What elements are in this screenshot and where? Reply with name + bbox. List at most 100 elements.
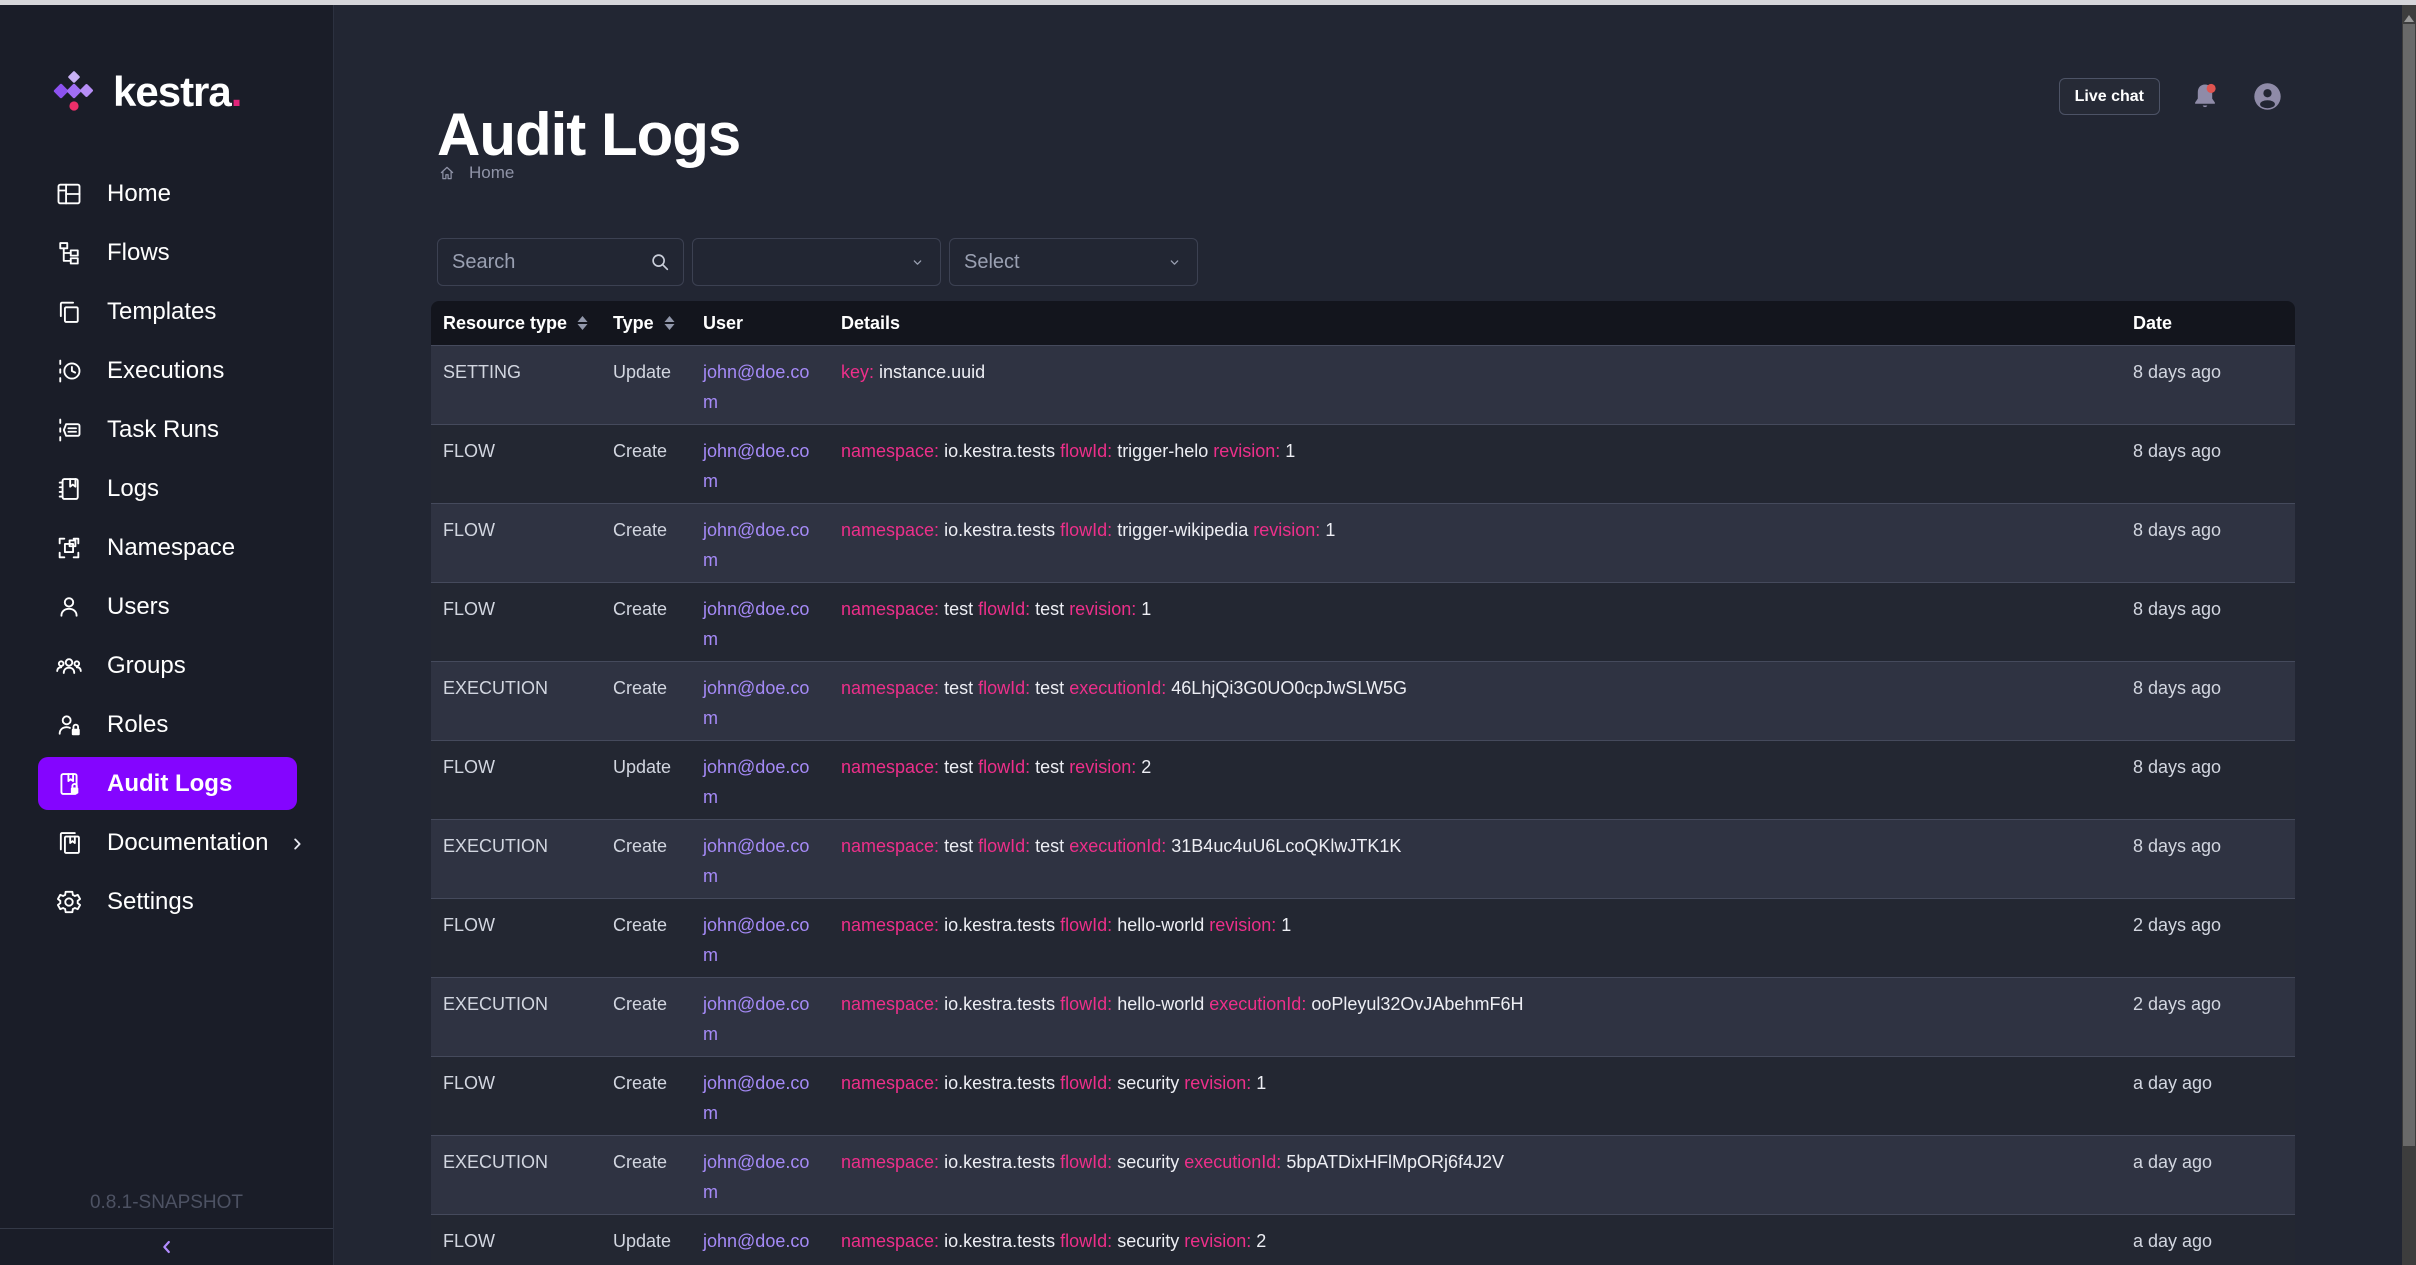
details-cell: namespace: test flowId: test revision: 2 (823, 740, 2120, 819)
detail-value: 1 (1281, 915, 1291, 935)
detail-value: instance.uuid (879, 362, 985, 382)
detail-value: test (944, 836, 973, 856)
type-cell: Update (601, 345, 691, 424)
column-header-type[interactable]: Type (601, 301, 691, 345)
action-select[interactable]: Select (949, 238, 1198, 286)
sidebar-item-task-runs[interactable]: Task Runs (0, 400, 333, 459)
detail-label: flowId: (1060, 441, 1112, 461)
detail-value: 1 (1141, 599, 1151, 619)
dashboard-icon (55, 180, 83, 208)
cog-icon (55, 888, 83, 916)
resource-type-cell: FLOW (431, 1214, 601, 1265)
user-link[interactable]: john@doe.com (703, 594, 815, 654)
column-header-details: Details (823, 301, 2120, 345)
resource-type-cell: FLOW (431, 503, 601, 582)
sidebar-item-groups[interactable]: Groups (0, 636, 333, 695)
user-link[interactable]: john@doe.com (703, 1068, 815, 1128)
type-cell: Create (601, 1135, 691, 1214)
user-link[interactable]: john@doe.com (703, 515, 815, 575)
live-chat-button[interactable]: Live chat (2059, 78, 2160, 115)
sidebar-item-audit-logs[interactable]: Audit Logs (38, 757, 297, 810)
details-cell: namespace: test flowId: test executionId… (823, 661, 2120, 740)
type-cell: Create (601, 503, 691, 582)
type-cell: Create (601, 582, 691, 661)
breadcrumb-home-label[interactable]: Home (469, 163, 514, 183)
brand-dot: . (231, 68, 243, 115)
date-cell: 8 days ago (2120, 345, 2295, 424)
user-cell: john@doe.com (691, 819, 823, 898)
detail-label: executionId: (1184, 1152, 1281, 1172)
sidebar-item-logs[interactable]: Logs (0, 459, 333, 518)
date-cell: 8 days ago (2120, 740, 2295, 819)
breadcrumb[interactable]: Home (438, 163, 514, 183)
table-row: FLOW Update john@doe.com namespace: io.k… (431, 1214, 2295, 1265)
detail-label: namespace: (841, 520, 939, 540)
sidebar-item-settings[interactable]: Settings (0, 872, 333, 931)
user-link[interactable]: john@doe.com (703, 752, 815, 812)
sidebar-item-roles[interactable]: Roles (0, 695, 333, 754)
account-icon (55, 593, 83, 621)
content-copy-icon (55, 298, 83, 326)
sidebar-item-flows[interactable]: Flows (0, 223, 333, 282)
sort-icon[interactable] (576, 315, 589, 331)
resource-type-cell: FLOW (431, 740, 601, 819)
date-cell: 8 days ago (2120, 424, 2295, 503)
sidebar: kestra. Home Flows Templates Executions … (0, 5, 334, 1265)
detail-value: io.kestra.tests (944, 520, 1055, 540)
user-link[interactable]: john@doe.com (703, 1147, 815, 1207)
sidebar-item-documentation[interactable]: Documentation (0, 813, 333, 872)
sidebar-item-namespace[interactable]: Namespace (0, 518, 333, 577)
scrollbar-up-arrow[interactable] (2402, 8, 2416, 22)
sidebar-item-label: Audit Logs (107, 770, 232, 798)
date-cell: 2 days ago (2120, 977, 2295, 1056)
column-header-resource-type[interactable]: Resource type (431, 301, 601, 345)
account-menu-button[interactable] (2250, 80, 2284, 114)
date-cell: 8 days ago (2120, 582, 2295, 661)
detail-value: test (944, 757, 973, 777)
user-link[interactable]: john@doe.com (703, 1226, 815, 1265)
timeline-clock-icon (55, 357, 83, 385)
detail-label: flowId: (1060, 915, 1112, 935)
action-select-placeholder: Select (964, 251, 1020, 274)
user-link[interactable]: john@doe.com (703, 436, 815, 496)
user-link[interactable]: john@doe.com (703, 673, 815, 733)
user-link[interactable]: john@doe.com (703, 357, 815, 417)
detail-value: 1 (1256, 1073, 1266, 1093)
sidebar-collapse-button[interactable] (0, 1229, 333, 1265)
user-link[interactable]: john@doe.com (703, 910, 815, 970)
date-cell: a day ago (2120, 1056, 2295, 1135)
search-input[interactable] (438, 239, 683, 285)
sidebar-item-users[interactable]: Users (0, 577, 333, 636)
notifications-button[interactable] (2188, 80, 2222, 114)
sidebar-item-executions[interactable]: Executions (0, 341, 333, 400)
main-content: Audit Logs Home Live chat (335, 5, 2416, 1265)
sidebar-item-home[interactable]: Home (0, 164, 333, 223)
detail-label: namespace: (841, 441, 939, 461)
type-cell: Create (601, 819, 691, 898)
book-multiple-icon (55, 829, 83, 857)
sort-icon[interactable] (663, 315, 676, 331)
user-link[interactable]: john@doe.com (703, 989, 815, 1049)
detail-label: revision: (1184, 1073, 1251, 1093)
column-header-user: User (691, 301, 823, 345)
table-row: FLOW Update john@doe.com namespace: test… (431, 740, 2295, 819)
detail-label: flowId: (978, 678, 1030, 698)
resource-type-cell: SETTING (431, 345, 601, 424)
account-circle-icon (2251, 80, 2284, 113)
sidebar-item-templates[interactable]: Templates (0, 282, 333, 341)
type-cell: Update (601, 1214, 691, 1265)
resource-type-select[interactable] (692, 238, 941, 286)
kestra-logo[interactable]: kestra. (50, 60, 333, 124)
sidebar-item-label: Executions (107, 357, 224, 385)
detail-label: namespace: (841, 1152, 939, 1172)
scrollbar-thumb[interactable] (2403, 24, 2415, 1146)
table-row: SETTING Update john@doe.com key: instanc… (431, 345, 2295, 424)
detail-value: hello-world (1117, 994, 1204, 1014)
detail-value: trigger-helo (1117, 441, 1208, 461)
detail-label: revision: (1213, 441, 1280, 461)
brand-name: kestra (113, 68, 231, 115)
user-link[interactable]: john@doe.com (703, 831, 815, 891)
file-tree-icon (55, 239, 83, 267)
notification-dot (2207, 83, 2216, 92)
timeline-text-icon (55, 416, 83, 444)
